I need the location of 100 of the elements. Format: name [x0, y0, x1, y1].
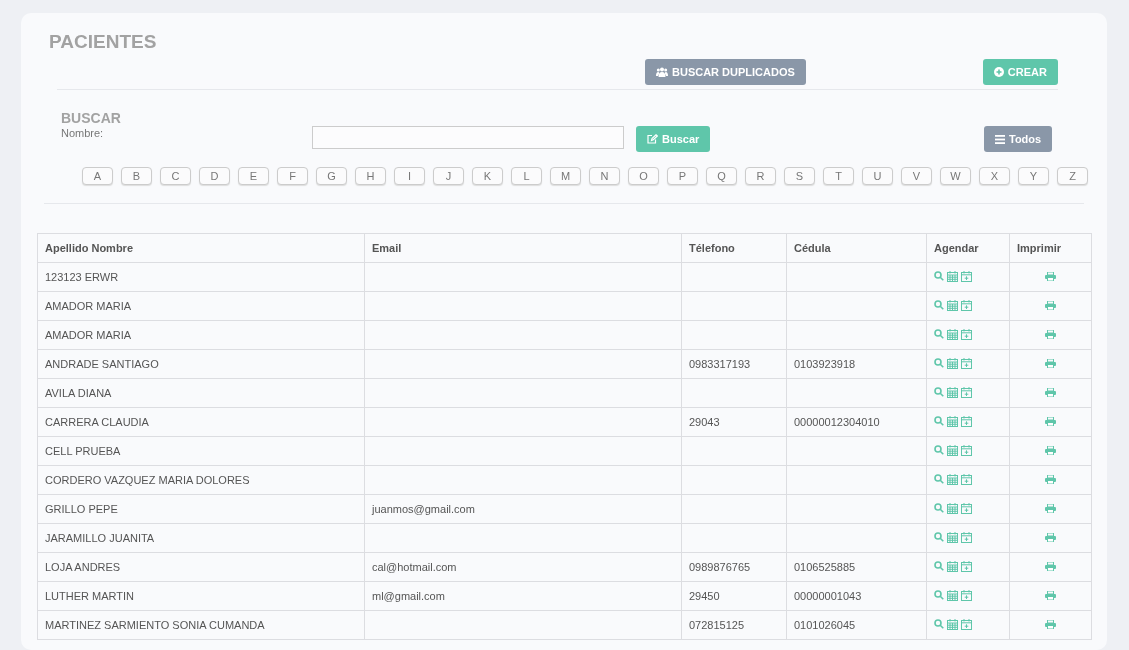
- letter-button[interactable]: Q: [706, 167, 737, 185]
- calendar-plus-icon[interactable]: [961, 328, 972, 340]
- letter-button[interactable]: L: [511, 167, 542, 185]
- all-button[interactable]: Todos: [984, 126, 1053, 152]
- letter-button[interactable]: R: [745, 167, 776, 185]
- calendar-plus-icon[interactable]: [961, 502, 972, 514]
- calendar-icon[interactable]: [947, 473, 958, 485]
- search-icon[interactable]: [934, 416, 944, 427]
- list-icon: [995, 134, 1005, 144]
- letter-button[interactable]: C: [160, 167, 191, 185]
- table-cell: AMADOR MARIA: [37, 320, 365, 350]
- search-icon[interactable]: [934, 503, 944, 514]
- calendar-icon[interactable]: [947, 618, 958, 630]
- search-icon[interactable]: [934, 619, 944, 630]
- table-cell: AMADOR MARIA: [37, 291, 365, 321]
- printer-icon[interactable]: [1045, 359, 1056, 368]
- calendar-plus-icon[interactable]: [961, 531, 972, 543]
- search-icon[interactable]: [934, 532, 944, 543]
- search-icon[interactable]: [934, 590, 944, 601]
- letter-button[interactable]: Z: [1057, 167, 1088, 185]
- table-cell: juanmos@gmail.com: [364, 494, 682, 524]
- printer-icon[interactable]: [1045, 301, 1056, 310]
- letter-button[interactable]: K: [472, 167, 503, 185]
- letter-button[interactable]: E: [238, 167, 269, 185]
- table-cell: GRILLO PEPE: [37, 494, 365, 524]
- letter-button[interactable]: B: [121, 167, 152, 185]
- letter-button[interactable]: T: [823, 167, 854, 185]
- letter-button[interactable]: G: [316, 167, 347, 185]
- printer-icon[interactable]: [1045, 417, 1056, 426]
- calendar-plus-icon[interactable]: [961, 386, 972, 398]
- column-header: Télefono: [681, 233, 787, 263]
- table-cell: CORDERO VAZQUEZ MARIA DOLORES: [37, 465, 365, 495]
- calendar-plus-icon[interactable]: [961, 299, 972, 311]
- calendar-plus-icon[interactable]: [961, 444, 972, 456]
- search-icon[interactable]: [934, 474, 944, 485]
- letter-button[interactable]: N: [589, 167, 620, 185]
- calendar-plus-icon[interactable]: [961, 415, 972, 427]
- printer-icon[interactable]: [1045, 504, 1056, 513]
- calendar-icon[interactable]: [947, 357, 958, 369]
- letter-button[interactable]: X: [979, 167, 1010, 185]
- letter-button[interactable]: W: [940, 167, 971, 185]
- find-duplicates-button[interactable]: BUSCAR DUPLICADOS: [645, 59, 806, 85]
- printer-icon[interactable]: [1045, 562, 1056, 571]
- letter-button[interactable]: F: [277, 167, 308, 185]
- table-cell: 00000001043: [786, 581, 927, 611]
- letter-button[interactable]: P: [667, 167, 698, 185]
- plus-circle-icon: [993, 67, 1004, 77]
- calendar-plus-icon[interactable]: [961, 560, 972, 572]
- calendar-icon[interactable]: [947, 299, 958, 311]
- letter-button[interactable]: A: [82, 167, 113, 185]
- printer-icon[interactable]: [1045, 272, 1056, 281]
- calendar-icon[interactable]: [947, 386, 958, 398]
- name-input-field[interactable]: [312, 126, 624, 149]
- table-cell: CELL PRUEBA: [37, 436, 365, 466]
- search-icon[interactable]: [934, 271, 944, 282]
- printer-icon[interactable]: [1045, 475, 1056, 484]
- calendar-icon[interactable]: [947, 444, 958, 456]
- printer-icon[interactable]: [1045, 591, 1056, 600]
- calendar-icon[interactable]: [947, 415, 958, 427]
- calendar-plus-icon[interactable]: [961, 357, 972, 369]
- search-icon[interactable]: [934, 329, 944, 340]
- printer-icon[interactable]: [1045, 446, 1056, 455]
- letter-button[interactable]: J: [433, 167, 464, 185]
- search-icon[interactable]: [934, 445, 944, 456]
- table-cell: CARRERA CLAUDIA: [37, 407, 365, 437]
- column-header: Cédula: [786, 233, 927, 263]
- calendar-plus-icon[interactable]: [961, 270, 972, 282]
- calendar-plus-icon[interactable]: [961, 618, 972, 630]
- letter-button[interactable]: M: [550, 167, 581, 185]
- calendar-icon[interactable]: [947, 531, 958, 543]
- printer-icon[interactable]: [1045, 620, 1056, 629]
- table-cell: ml@gmail.com: [364, 581, 682, 611]
- printer-icon[interactable]: [1045, 388, 1056, 397]
- table-cell: 0101026045: [786, 610, 927, 640]
- calendar-icon[interactable]: [947, 560, 958, 572]
- search-icon[interactable]: [934, 300, 944, 311]
- search-icon[interactable]: [934, 387, 944, 398]
- table-cell: 00000012304010: [786, 407, 927, 437]
- search-icon[interactable]: [934, 358, 944, 369]
- calendar-icon[interactable]: [947, 270, 958, 282]
- table-cell: JARAMILLO JUANITA: [37, 523, 365, 553]
- letter-button[interactable]: H: [355, 167, 386, 185]
- letter-button[interactable]: D: [199, 167, 230, 185]
- calendar-icon[interactable]: [947, 589, 958, 601]
- calendar-icon[interactable]: [947, 328, 958, 340]
- search-icon[interactable]: [934, 561, 944, 572]
- table-cell: LUTHER MARTIN: [37, 581, 365, 611]
- letter-button[interactable]: Y: [1018, 167, 1049, 185]
- table-cell: 29043: [681, 407, 787, 437]
- letter-button[interactable]: U: [862, 167, 893, 185]
- letter-button[interactable]: I: [394, 167, 425, 185]
- printer-icon[interactable]: [1045, 533, 1056, 542]
- letter-button[interactable]: V: [901, 167, 932, 185]
- table-cell: ANDRADE SANTIAGO: [37, 349, 365, 379]
- letter-button[interactable]: O: [628, 167, 659, 185]
- calendar-icon[interactable]: [947, 502, 958, 514]
- printer-icon[interactable]: [1045, 330, 1056, 339]
- letter-button[interactable]: S: [784, 167, 815, 185]
- calendar-plus-icon[interactable]: [961, 589, 972, 601]
- calendar-plus-icon[interactable]: [961, 473, 972, 485]
